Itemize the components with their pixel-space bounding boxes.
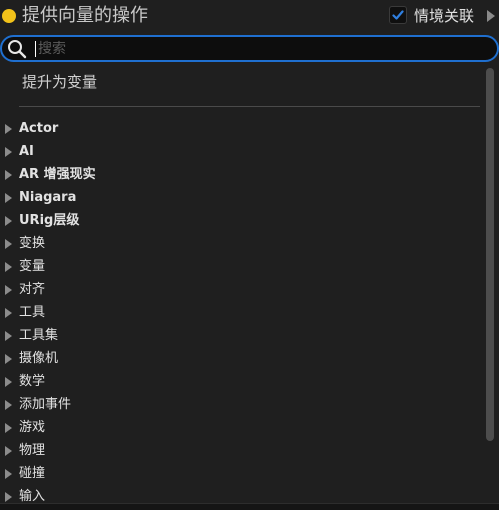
tree-category-label: 碰撞 [19, 466, 46, 481]
tree-category-row[interactable]: 摄像机 [0, 348, 480, 371]
tree-category-row[interactable]: 物理 [0, 440, 480, 463]
expand-arrow-icon[interactable] [5, 285, 12, 295]
scrollbar[interactable] [484, 66, 496, 503]
tree-category-row[interactable]: 碰撞 [0, 463, 480, 486]
expand-arrow-icon[interactable] [5, 400, 12, 410]
tree-category-row[interactable]: 变量 [0, 256, 480, 279]
expand-arrow-icon[interactable] [5, 331, 12, 341]
text-cursor [35, 41, 36, 57]
tree-category-label: 添加事件 [19, 397, 72, 412]
tree-category-label: 变换 [19, 236, 46, 251]
tree-category-row[interactable]: Actor [0, 118, 480, 141]
tree-category-label: 对齐 [19, 282, 46, 297]
expand-arrow-icon[interactable] [5, 216, 12, 226]
chevron-right-icon[interactable] [487, 10, 495, 22]
search-box[interactable] [0, 35, 499, 62]
expand-arrow-icon[interactable] [5, 469, 12, 479]
expand-arrow-icon[interactable] [5, 170, 12, 180]
tree-category-label: 数学 [19, 374, 46, 389]
bottom-edge [0, 503, 499, 510]
expand-arrow-icon[interactable] [5, 124, 12, 134]
search-icon [8, 40, 27, 59]
context-sensitive-checkbox[interactable] [389, 6, 407, 24]
expand-arrow-icon[interactable] [5, 308, 12, 318]
tree-category-row[interactable]: 工具集 [0, 325, 480, 348]
expand-arrow-icon[interactable] [5, 377, 12, 387]
tree-category-label: Actor [19, 121, 59, 136]
action-category-tree: Actor AI AR 增强现实 Niagara URig层级 变换变量对齐工具工具集摄像… [0, 118, 480, 503]
expand-arrow-icon[interactable] [5, 239, 12, 249]
tree-category-row[interactable]: 游戏 [0, 417, 480, 440]
tree-category-label: AR 增强现实 [19, 167, 96, 182]
status-dot-icon [2, 9, 16, 23]
tree-category-label: AI [19, 144, 34, 159]
tree-category-label: 变量 [19, 259, 46, 274]
tree-category-row[interactable]: AI [0, 141, 480, 164]
tree-category-row[interactable]: AR 增强现实 [0, 164, 480, 187]
action-menu-panel: 提供向量的操作 情境关联 提升为变量 Actor AI AR 增强现实 Niagara… [0, 0, 499, 510]
tree-category-label: 输入 [19, 489, 46, 503]
tree-category-row[interactable]: 变换 [0, 233, 480, 256]
expand-arrow-icon[interactable] [5, 193, 12, 203]
tree-category-label: 摄像机 [19, 351, 59, 366]
checkmark-icon [392, 10, 404, 20]
expand-arrow-icon[interactable] [5, 423, 12, 433]
menu-header: 提供向量的操作 情境关联 [0, 0, 499, 34]
tree-category-row[interactable]: 添加事件 [0, 394, 480, 417]
tree-category-label: 游戏 [19, 420, 46, 435]
tree-category-label: 工具集 [19, 328, 59, 343]
expand-arrow-icon[interactable] [5, 492, 12, 502]
expand-arrow-icon[interactable] [5, 446, 12, 456]
tree-category-row[interactable]: URig层级 [0, 210, 480, 233]
tree-category-row[interactable]: 数学 [0, 371, 480, 394]
tree-category-row[interactable]: 对齐 [0, 279, 480, 302]
expand-arrow-icon[interactable] [5, 147, 12, 157]
expand-arrow-icon[interactable] [5, 262, 12, 272]
menu-title: 提供向量的操作 [22, 5, 148, 26]
expand-arrow-icon[interactable] [5, 354, 12, 364]
search-input[interactable] [38, 38, 478, 59]
tree-category-label: 工具 [19, 305, 46, 320]
scrollbar-thumb[interactable] [486, 68, 494, 441]
divider [19, 106, 480, 107]
tree-category-label: Niagara [19, 190, 77, 205]
context-sensitive-label[interactable]: 情境关联 [414, 5, 474, 27]
tree-category-row[interactable]: 工具 [0, 302, 480, 325]
tree-category-row[interactable]: 输入 [0, 486, 480, 503]
promote-to-variable-item[interactable]: 提升为变量 [22, 71, 97, 93]
tree-category-label: URig层级 [19, 213, 80, 228]
tree-category-label: 物理 [19, 443, 46, 458]
tree-category-row[interactable]: Niagara [0, 187, 480, 210]
